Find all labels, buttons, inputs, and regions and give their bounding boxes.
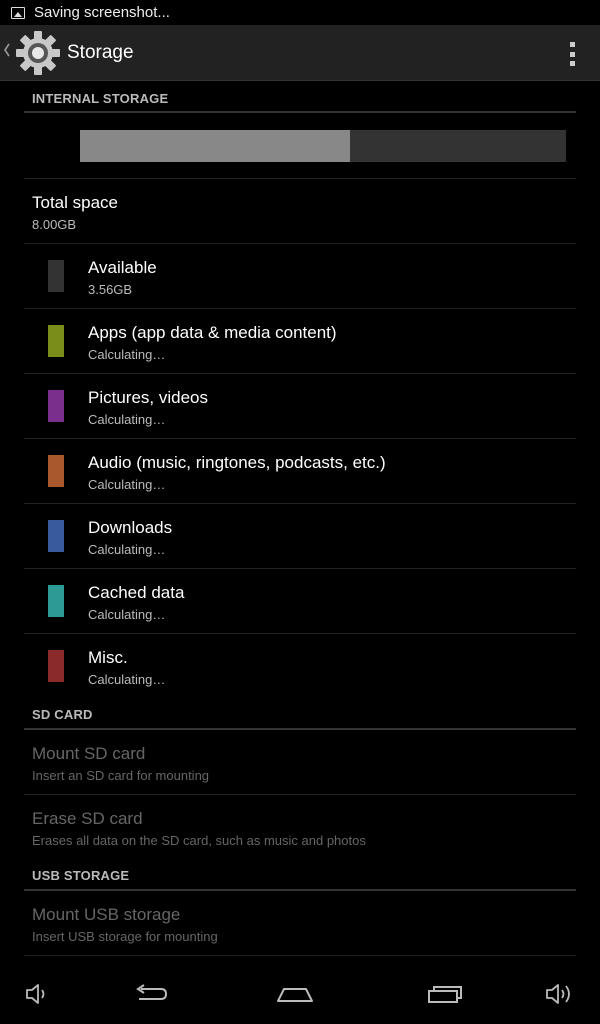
storage-item-summary: Calculating… — [88, 607, 166, 622]
color-swatch — [48, 325, 64, 357]
volume-down-button[interactable] — [20, 978, 56, 1014]
color-swatch — [48, 520, 64, 552]
erase-sd-card-item[interactable]: Erase SD card Erases all data on the SD … — [24, 795, 576, 860]
storage-item-title: Downloads — [88, 518, 173, 537]
color-swatch — [48, 390, 64, 422]
color-swatch — [48, 585, 64, 617]
mount-sd-card-summary: Insert an SD card for mounting — [32, 768, 210, 783]
erase-sd-card-summary: Erases all data on the SD card, such as … — [32, 833, 366, 848]
storage-item-summary: Calculating… — [88, 672, 166, 687]
status-bar: Saving screenshot... — [0, 0, 600, 25]
home-icon — [276, 984, 314, 1009]
storage-settings-list[interactable]: INTERNAL STORAGE Total space 8.00GB Avai… — [0, 81, 600, 968]
storage-item-audio[interactable]: Audio (music, ringtones, podcasts, etc.)… — [24, 439, 576, 504]
recent-apps-button[interactable] — [424, 978, 466, 1014]
storage-item-title: Available — [88, 258, 157, 277]
total-space-item: Total space 8.00GB — [24, 179, 576, 244]
screenshot-notification-icon — [11, 6, 25, 19]
storage-usage-graph — [24, 113, 576, 179]
storage-item-title: Apps (app data & media content) — [88, 323, 337, 342]
storage-item-cached-data[interactable]: Cached data Calculating… — [24, 569, 576, 634]
section-header-internal-storage: INTERNAL STORAGE — [24, 81, 576, 113]
overflow-dot — [569, 61, 575, 66]
status-notification-text: Saving screenshot... — [34, 4, 170, 21]
storage-item-title: Misc. — [88, 648, 128, 667]
color-swatch — [48, 260, 64, 292]
overflow-menu-button[interactable] — [568, 42, 576, 66]
total-space-title: Total space — [32, 193, 118, 212]
storage-usage-bar — [80, 130, 566, 162]
section-header-usb-storage: USB STORAGE — [24, 860, 576, 891]
storage-item-summary: Calculating… — [88, 412, 166, 427]
recent-apps-icon — [426, 983, 464, 1010]
storage-item-summary: Calculating… — [88, 347, 166, 362]
volume-up-button[interactable] — [540, 978, 580, 1014]
up-navigation-button[interactable] — [0, 25, 61, 80]
back-arrow-icon — [133, 983, 169, 1010]
action-bar: Storage — [0, 25, 600, 81]
storage-item-summary: 3.56GB — [88, 282, 133, 297]
mount-sd-card-item[interactable]: Mount SD card Insert an SD card for moun… — [24, 730, 576, 795]
volume-down-icon — [24, 981, 52, 1012]
mount-usb-storage-title: Mount USB storage — [32, 905, 181, 924]
storage-item-title: Pictures, videos — [88, 388, 208, 407]
back-button[interactable] — [130, 978, 172, 1014]
storage-item-apps[interactable]: Apps (app data & media content) Calculat… — [24, 309, 576, 374]
total-space-value: 8.00GB — [32, 217, 77, 232]
chevron-left-icon — [3, 43, 13, 62]
home-button[interactable] — [274, 978, 316, 1014]
erase-sd-card-title: Erase SD card — [32, 809, 143, 828]
overflow-dot — [569, 51, 575, 57]
storage-item-title: Cached data — [88, 583, 185, 602]
overflow-dot — [569, 42, 575, 47]
page-title: Storage — [67, 41, 134, 63]
storage-item-downloads[interactable]: Downloads Calculating… — [24, 504, 576, 569]
storage-used-fill — [80, 130, 350, 162]
storage-item-summary: Calculating… — [88, 477, 166, 492]
storage-item-summary: Calculating… — [88, 542, 166, 557]
storage-item-misc[interactable]: Misc. Calculating… — [24, 634, 576, 699]
storage-item-available[interactable]: Available 3.56GB — [24, 244, 576, 309]
system-navigation-bar — [0, 968, 600, 1024]
settings-gear-icon — [15, 30, 61, 76]
storage-item-title: Audio (music, ringtones, podcasts, etc.) — [88, 453, 386, 472]
mount-usb-storage-item[interactable]: Mount USB storage Insert USB storage for… — [24, 891, 576, 956]
mount-sd-card-title: Mount SD card — [32, 744, 146, 763]
section-header-sd-card: SD CARD — [24, 699, 576, 730]
volume-up-icon — [544, 981, 576, 1012]
color-swatch — [48, 455, 64, 487]
mount-usb-storage-summary: Insert USB storage for mounting — [32, 929, 218, 944]
storage-item-pictures-videos[interactable]: Pictures, videos Calculating… — [24, 374, 576, 439]
color-swatch — [48, 650, 64, 682]
